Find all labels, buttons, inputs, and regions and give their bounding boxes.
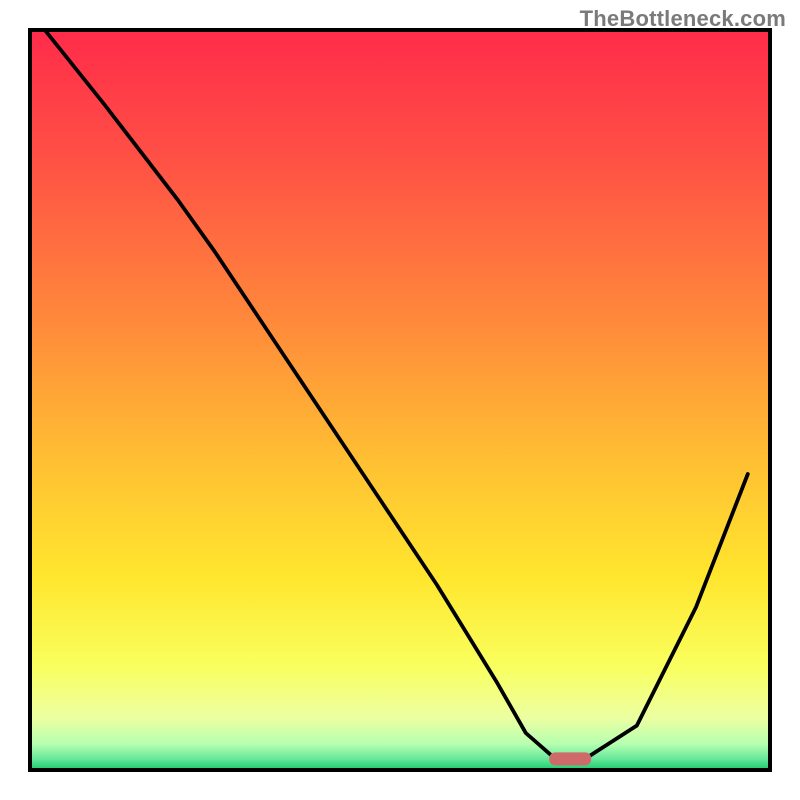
chart-svg xyxy=(0,0,800,800)
watermark-text: TheBottleneck.com xyxy=(580,6,786,32)
plot-area xyxy=(30,30,770,770)
chart-stage: TheBottleneck.com xyxy=(0,0,800,800)
gradient-background xyxy=(30,30,770,770)
minimum-marker xyxy=(549,752,591,765)
